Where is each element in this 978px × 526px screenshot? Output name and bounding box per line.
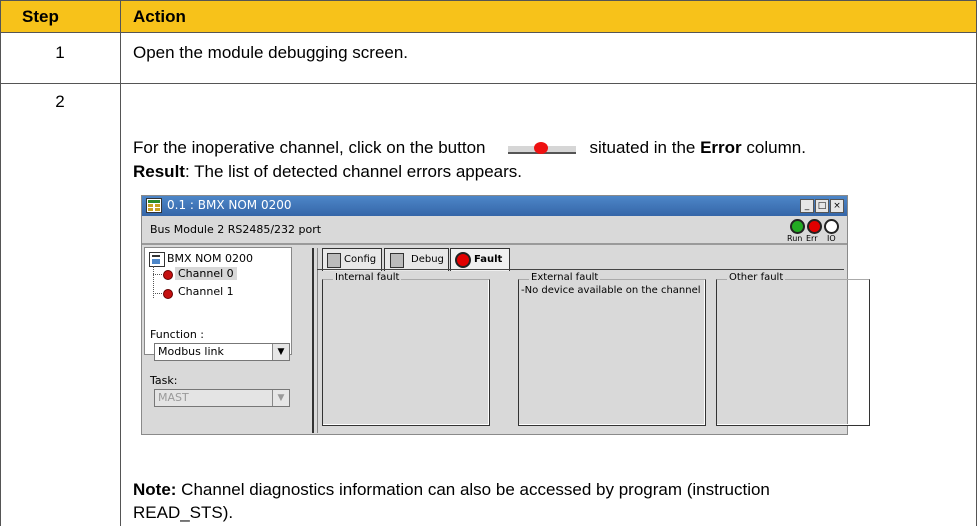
channel-1-error-icon: [163, 289, 173, 299]
internal-fault-group: Internal fault: [322, 272, 490, 426]
external-fault-group: External fault -No device available on t…: [518, 272, 706, 426]
table-border-right: [976, 0, 977, 526]
module-icon: [146, 198, 162, 213]
window-controls: _ □ ×: [800, 199, 844, 213]
step-2-line1-post: situated in the: [589, 138, 696, 157]
step-2-number: 2: [55, 92, 65, 111]
note-text-1: Channel diagnostics information can also…: [176, 480, 770, 499]
other-fault-group: Other fault: [716, 272, 870, 426]
tree-connector: [153, 293, 162, 294]
note-text-2: READ_STS).: [133, 503, 234, 522]
err-led-label: Err: [806, 234, 818, 243]
table-row-divider: [0, 83, 977, 84]
fault-red-dot-icon: [455, 252, 471, 268]
module-info-text: Bus Module 2 RS2485/232 port: [150, 223, 322, 236]
external-fault-content: -No device available on the channel: [521, 285, 701, 296]
step-2-note: Note: Channel diagnostics information ca…: [133, 480, 770, 500]
module-window: 0.1 : BMX NOM 0200 _ □ × Bus Module 2 RS…: [141, 195, 870, 435]
function-select[interactable]: Modbus link ▼: [154, 343, 290, 361]
err-led-icon: [807, 219, 822, 234]
result-label: Result: [133, 162, 185, 181]
channel-0-error-icon: [163, 270, 173, 280]
tree-root-label[interactable]: BMX NOM 0200: [167, 252, 253, 265]
step-2-line1: For the inoperative channel, click on th…: [133, 138, 806, 158]
other-fault-title: Other fault: [727, 272, 786, 283]
step-1-action: Open the module debugging screen.: [133, 43, 409, 62]
table-header-divider: [0, 32, 977, 33]
tab-debug-label: Debug: [411, 254, 444, 265]
tab-config-label: Config: [344, 254, 377, 265]
external-fault-title: External fault: [529, 272, 601, 283]
debug-icon: [390, 253, 404, 268]
table-column-divider: [120, 0, 121, 526]
step-2-line1-pre: For the inoperative channel, click on th…: [133, 138, 486, 157]
run-led-label: Run: [787, 234, 803, 243]
config-icon: [327, 253, 341, 268]
module-tree-icon: [149, 252, 165, 267]
window-title: 0.1 : BMX NOM 0200: [167, 198, 292, 212]
task-label: Task:: [150, 374, 178, 387]
tab-fault-label: Fault: [474, 254, 503, 265]
table-header: Step Action: [0, 0, 977, 32]
function-label: Function :: [150, 328, 204, 341]
tab-debug[interactable]: Debug: [384, 248, 449, 271]
tab-underline: [317, 269, 844, 270]
maximize-button[interactable]: □: [815, 199, 829, 213]
chevron-down-icon[interactable]: ▼: [272, 390, 289, 406]
io-led-label: IO: [827, 234, 836, 243]
chevron-down-icon[interactable]: ▼: [272, 344, 289, 360]
tab-fault[interactable]: Fault: [450, 248, 510, 271]
tab-config[interactable]: Config: [322, 248, 382, 271]
step-2-result: Result: The list of detected channel err…: [133, 162, 522, 182]
close-button[interactable]: ×: [830, 199, 844, 213]
task-value: MAST: [158, 391, 189, 404]
error-button-icon: [507, 140, 576, 154]
note-label: Note:: [133, 480, 177, 499]
header-action: Action: [133, 7, 186, 26]
tree-connector: [153, 274, 162, 275]
table-border-left: [0, 0, 1, 526]
header-step: Step: [22, 7, 59, 26]
function-value: Modbus link: [158, 345, 224, 358]
tree-channel-1[interactable]: Channel 1: [175, 285, 237, 298]
step-1-number: 1: [55, 43, 65, 62]
step-2-line1-end: column.: [746, 138, 806, 157]
result-text: : The list of detected channel errors ap…: [184, 162, 523, 181]
table-border-top: [0, 0, 977, 1]
window-titlebar[interactable]: 0.1 : BMX NOM 0200 _ □ ×: [142, 196, 847, 216]
tree-channel-0[interactable]: Channel 0: [175, 267, 237, 280]
module-info-bar: Bus Module 2 RS2485/232 port Run Err IO: [142, 216, 847, 245]
minimize-button[interactable]: _: [800, 199, 814, 213]
run-led-icon: [790, 219, 805, 234]
panel-splitter[interactable]: [312, 248, 318, 433]
io-led-icon: [824, 219, 839, 234]
task-select[interactable]: MAST ▼: [154, 389, 290, 407]
internal-fault-title: Internal fault: [333, 272, 402, 283]
error-column-name: Error: [700, 138, 742, 157]
